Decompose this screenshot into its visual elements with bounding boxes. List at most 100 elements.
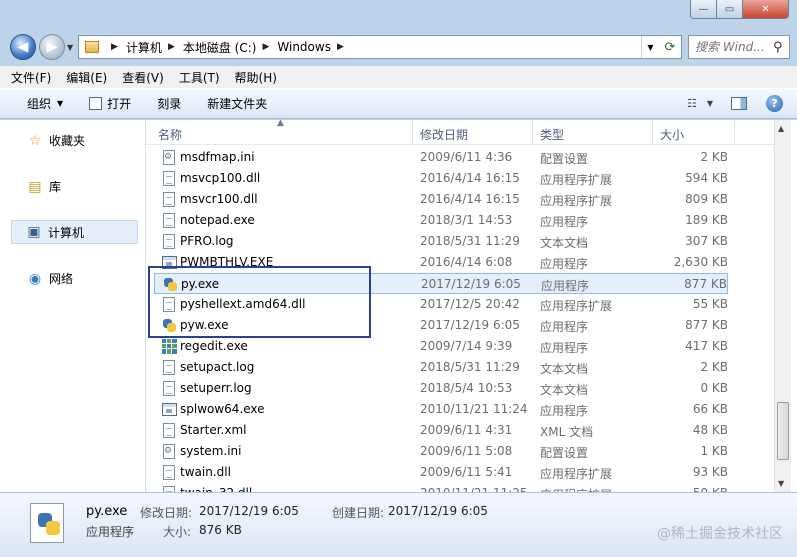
table-row[interactable]: msvcp100.dll 2016/4/14 16:15 应用程序扩展 594 KB xyxy=(154,168,728,189)
address-bar[interactable]: ▶ 计算机 ▶ 本地磁盘 (C:) ▶ Windows ▶ ▼ ⟳ xyxy=(78,35,682,59)
file-type: XML 文档 xyxy=(540,425,594,439)
burn-button[interactable]: 刻录 xyxy=(157,95,181,112)
file-type: 应用程序 xyxy=(540,257,589,271)
help-icon[interactable]: ? xyxy=(766,95,783,112)
table-row[interactable]: regedit.exe 2009/7/14 9:39 应用程序 417 KB xyxy=(154,336,728,357)
back-button[interactable]: ◀ xyxy=(10,34,36,60)
file-icon xyxy=(161,485,177,492)
library-icon: ▤ xyxy=(28,178,42,195)
details-file-name: py.exe xyxy=(86,504,128,519)
table-row[interactable]: msdfmap.ini 2009/6/11 4:36 配置设置 2 KB xyxy=(154,147,728,168)
column-divider[interactable] xyxy=(532,120,533,145)
folder-icon xyxy=(85,41,99,53)
sidebar-item-label: 收藏夹 xyxy=(49,134,86,148)
table-row[interactable]: twain_32.dll2010/11/21 11:25应用程序扩展50 KB xyxy=(154,483,728,492)
file-name: splwow64.exe xyxy=(180,402,265,416)
computer-icon: ▣ xyxy=(27,224,41,240)
breadcrumb-separator[interactable]: ▶ xyxy=(168,42,175,52)
star-icon: ☆ xyxy=(28,132,42,149)
file-name: setuperr.log xyxy=(180,381,252,395)
new-folder-button[interactable]: 新建文件夹 xyxy=(207,95,267,112)
close-button[interactable]: ✕ xyxy=(743,0,789,19)
menu-tools[interactable]: 工具(T) xyxy=(179,69,220,86)
breadcrumb-separator[interactable]: ▶ xyxy=(262,42,269,52)
table-row[interactable]: splwow64.exe 2010/11/21 11:24 应用程序 66 KB xyxy=(154,399,728,420)
breadcrumb-local-disk[interactable]: 本地磁盘 (C:) ▶ xyxy=(183,39,278,56)
table-row[interactable]: Starter.xml 2009/6/11 4:31 XML 文档 48 KB xyxy=(154,420,728,441)
file-date: 2018/5/4 10:53 xyxy=(420,381,513,395)
navigation-row: ◀ ▶ ▼ ▶ 计算机 ▶ 本地磁盘 (C:) ▶ Windows ▶ ▼ ⟳ xyxy=(0,30,797,64)
table-row[interactable]: twain.dll 2009/6/11 5:41 应用程序扩展 93 KB xyxy=(154,462,728,483)
sidebar-item-libraries[interactable]: ▤ 库 xyxy=(27,178,61,195)
search-box[interactable]: ⚲ xyxy=(688,35,790,59)
table-row[interactable]: setupact.log 2018/5/31 11:29 文本文档 2 KB xyxy=(154,357,728,378)
breadcrumb-separator[interactable]: ▶ xyxy=(337,42,344,52)
preview-pane-icon[interactable] xyxy=(731,97,747,110)
sort-ascending-icon: ▲ xyxy=(277,120,284,128)
column-size[interactable]: 大小 xyxy=(660,126,684,143)
open-button[interactable]: 打开 xyxy=(89,95,131,112)
search-input[interactable] xyxy=(695,40,773,54)
file-date: 2009/6/11 5:08 xyxy=(420,444,513,458)
views-icon: ☷ xyxy=(686,97,697,110)
file-size: 1 KB xyxy=(700,444,728,458)
file-date: 2017/12/19 6:05 xyxy=(421,277,521,291)
file-size: 809 KB xyxy=(685,192,728,206)
vertical-scrollbar[interactable]: ▲ ▼ xyxy=(774,120,791,492)
file-name: setupact.log xyxy=(180,360,255,374)
sidebar-item-network[interactable]: ◉ 网络 xyxy=(27,270,73,287)
column-type[interactable]: 类型 xyxy=(540,126,564,143)
table-row[interactable]: setuperr.log 2018/5/4 10:53 文本文档 0 KB xyxy=(154,378,728,399)
table-row[interactable]: msvcr100.dll 2016/4/14 16:15 应用程序扩展 809 KB xyxy=(154,189,728,210)
file-icon xyxy=(161,359,177,375)
column-date[interactable]: 修改日期 xyxy=(420,126,468,143)
table-row[interactable]: notepad.exe 2018/3/1 14:53 应用程序 189 KB xyxy=(154,210,728,231)
python-file-icon xyxy=(24,501,68,547)
sidebar-item-label: 计算机 xyxy=(48,225,85,240)
column-name[interactable]: 名称 xyxy=(158,126,182,143)
table-row[interactable]: PFRO.log 2018/5/31 11:29 文本文档 307 KB xyxy=(154,231,728,252)
menu-view[interactable]: 查看(V) xyxy=(122,69,164,86)
recent-pages-dropdown[interactable]: ▼ xyxy=(67,43,73,52)
address-dropdown-button[interactable]: ▼ xyxy=(641,36,659,58)
minimize-button[interactable]: — xyxy=(690,0,717,19)
file-icon xyxy=(161,464,177,480)
column-divider[interactable] xyxy=(652,120,653,145)
organize-button[interactable]: 组织 ▼ xyxy=(27,95,63,112)
file-icon xyxy=(161,380,177,396)
file-name: msvcp100.dll xyxy=(180,171,261,185)
sidebar-item-favorites[interactable]: ☆ 收藏夹 xyxy=(27,132,85,149)
breadcrumb-windows[interactable]: Windows ▶ xyxy=(277,40,352,54)
file-type: 应用程序 xyxy=(540,341,589,355)
file-type: 应用程序扩展 xyxy=(540,194,613,208)
burn-label: 刻录 xyxy=(157,97,182,111)
file-size: 0 KB xyxy=(700,381,728,395)
menu-file[interactable]: 文件(F) xyxy=(11,69,51,86)
settings-file-icon xyxy=(161,443,177,459)
navigation-pane: ☆ 收藏夹 ▤ 库 ▣ 计算机 ◉ 网络 xyxy=(0,120,146,492)
maximize-button[interactable]: ▭ xyxy=(717,0,743,19)
menu-help[interactable]: 帮助(H) xyxy=(235,69,277,86)
file-size: 48 KB xyxy=(692,423,728,437)
search-icon[interactable]: ⚲ xyxy=(773,40,783,55)
address-controls: ▼ ⟳ xyxy=(641,36,681,58)
column-divider[interactable] xyxy=(412,120,413,145)
breadcrumb-computer[interactable]: 计算机 ▶ xyxy=(126,39,183,56)
sidebar-item-computer[interactable]: ▣ 计算机 xyxy=(11,220,138,244)
column-divider[interactable] xyxy=(734,120,735,145)
scroll-up-icon[interactable]: ▲ xyxy=(778,124,784,133)
details-size-value: 876 KB xyxy=(199,523,242,537)
scroll-down-icon[interactable]: ▼ xyxy=(778,479,784,488)
breadcrumb-label: 计算机 xyxy=(125,40,162,55)
breadcrumb-separator[interactable]: ▶ xyxy=(111,42,118,52)
scrollbar-thumb[interactable] xyxy=(777,402,789,460)
table-row[interactable]: system.ini 2009/6/11 5:08 配置设置 1 KB xyxy=(154,441,728,462)
refresh-icon[interactable]: ⟳ xyxy=(659,40,681,55)
change-view-button[interactable]: ☷ ▼ xyxy=(687,97,713,110)
file-icon xyxy=(161,212,177,228)
caption-buttons: — ▭ ✕ xyxy=(690,0,789,19)
organize-label: 组织 xyxy=(27,97,52,111)
explorer-window: — ▭ ✕ ◀ ▶ ▼ ▶ 计算机 ▶ 本地磁盘 (C:) ▶ Windows … xyxy=(0,0,797,557)
menu-edit[interactable]: 编辑(E) xyxy=(66,69,107,86)
forward-button[interactable]: ▶ xyxy=(39,34,65,60)
